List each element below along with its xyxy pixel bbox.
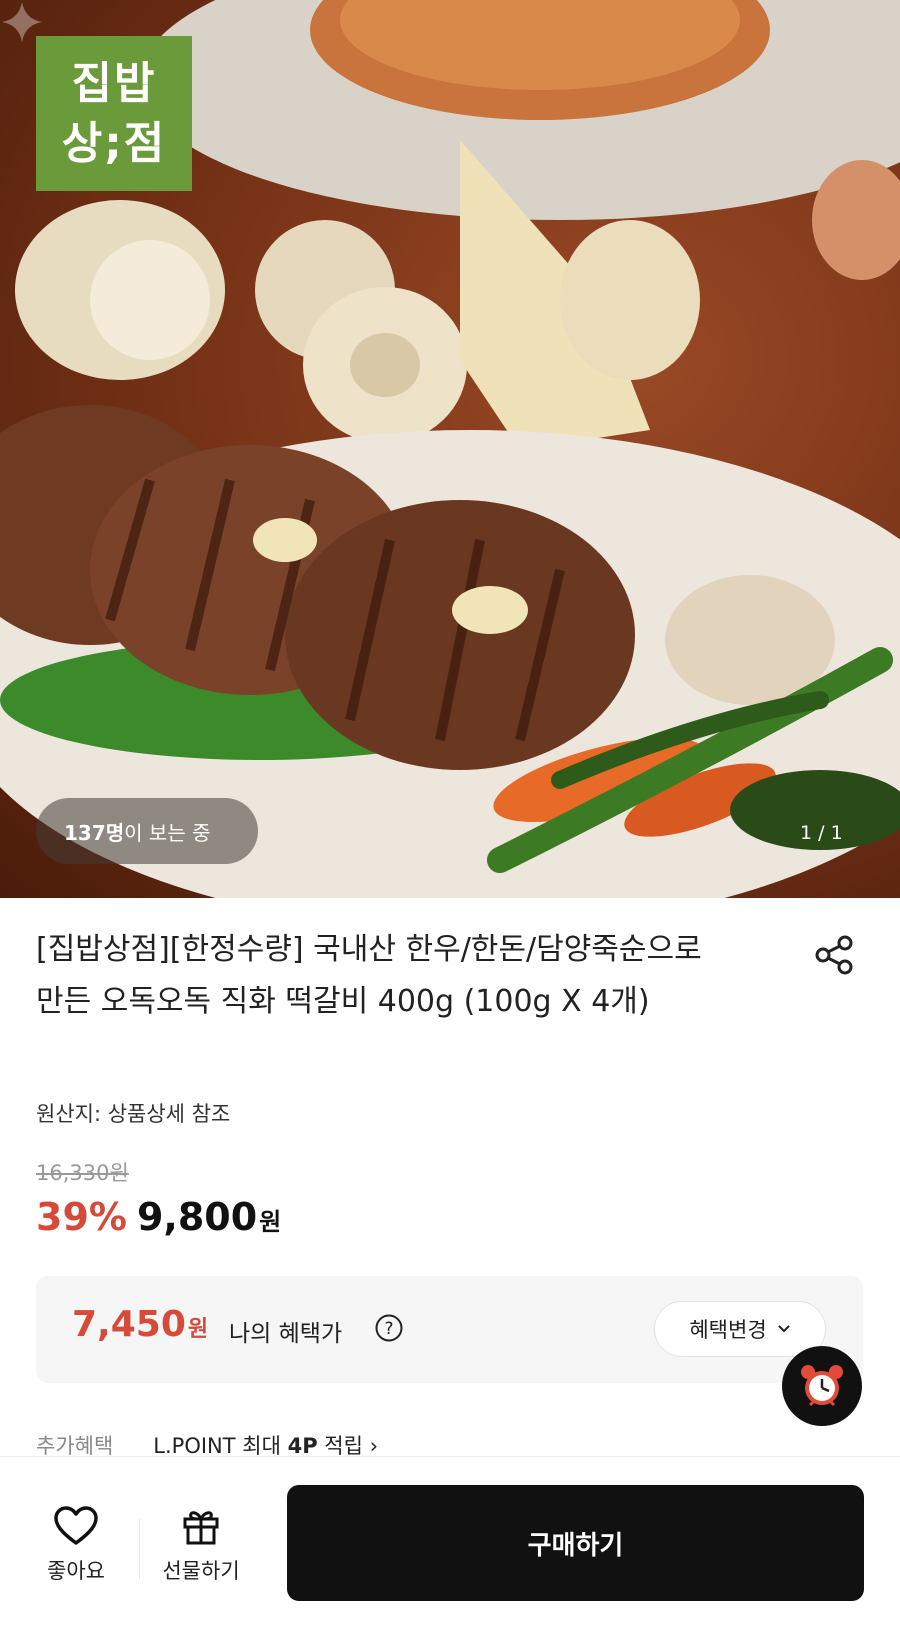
- like-label: 좋아요: [47, 1559, 105, 1583]
- discount-rate: 39%: [36, 1195, 127, 1239]
- brand-logo: 집밥 상;점: [36, 36, 192, 191]
- bottom-action-bar: 좋아요 선물하기 구매하기: [0, 1456, 900, 1626]
- svg-text:?: ?: [384, 1319, 393, 1339]
- bottom-divider: [139, 1519, 140, 1579]
- product-image[interactable]: 집밥 상;점 137명 이 보는 중 1 / 1: [0, 0, 900, 898]
- lpoint-prefix: L.POINT 최대: [153, 1434, 288, 1458]
- benefit-change-button[interactable]: 혜택변경: [654, 1301, 826, 1357]
- benefit-price-value: 7,450: [72, 1304, 186, 1345]
- viewers-badge: 137명 이 보는 중: [36, 798, 258, 864]
- benefit-price: 7,450원: [72, 1304, 208, 1345]
- viewers-suffix: 이 보는 중: [124, 820, 211, 845]
- like-button[interactable]: 좋아요: [36, 1505, 116, 1585]
- lpoint-amount: 4P: [287, 1434, 318, 1458]
- sale-price-currency: 원: [259, 1208, 282, 1236]
- original-price: 16,330원: [36, 1161, 129, 1185]
- origin-info: 원산지: 상품상세 참조: [36, 1102, 231, 1126]
- benefit-label: 나의 혜택가: [229, 1321, 343, 1347]
- buy-button[interactable]: 구매하기: [287, 1485, 864, 1601]
- buy-label: 구매하기: [527, 1530, 624, 1561]
- sparkle-icon: [2, 2, 42, 42]
- viewers-count: 137명: [64, 820, 125, 845]
- chevron-down-icon: [777, 1325, 790, 1333]
- gift-icon: [183, 1511, 219, 1545]
- gift-button[interactable]: 선물하기: [150, 1505, 252, 1585]
- heart-icon: [54, 1506, 98, 1545]
- brand-logo-line1: 집밥: [71, 57, 157, 109]
- share-icon[interactable]: [814, 934, 856, 976]
- brand-logo-line2: 상;점: [61, 117, 167, 169]
- price-row: 39% 9,800 원: [36, 1195, 281, 1239]
- sale-price: 9,800: [136, 1195, 258, 1239]
- image-page-indicator: 1 / 1: [800, 822, 843, 844]
- lpoint-suffix: 적립 ›: [317, 1434, 378, 1458]
- benefit-change-label: 혜택변경: [689, 1318, 767, 1342]
- alarm-button[interactable]: [782, 1346, 862, 1426]
- product-title: [집밥상점][한정수량] 국내산 한우/한돈/담양죽순으로 만든 오독오독 직화…: [36, 932, 702, 1019]
- benefit-price-box: 7,450원 나의 혜택가 ? 혜택변경: [36, 1276, 863, 1383]
- help-icon[interactable]: ?: [374, 1313, 404, 1343]
- alarm-clock-icon: [801, 1365, 843, 1407]
- gift-label: 선물하기: [162, 1559, 240, 1583]
- benefit-price-currency: 원: [187, 1317, 209, 1342]
